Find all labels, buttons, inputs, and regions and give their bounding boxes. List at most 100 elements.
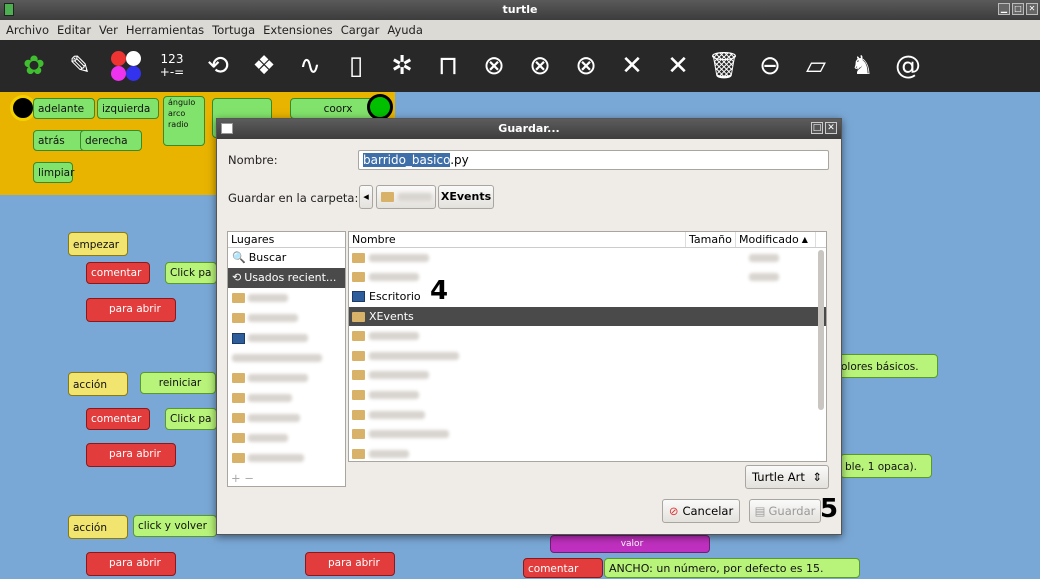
text-click-1: Click pa [165, 262, 217, 284]
block-derecha[interactable]: derecha [80, 130, 142, 151]
block-adelante[interactable]: adelante [33, 98, 95, 119]
file-row[interactable] [349, 405, 826, 425]
file-row[interactable] [349, 444, 826, 461]
maximize-button[interactable]: □ [1012, 3, 1024, 15]
filter-select[interactable]: Turtle Art ⇕ [745, 465, 829, 489]
block-valor[interactable]: valor [550, 535, 710, 553]
col-size[interactable]: Tamaño [686, 232, 736, 247]
file-row[interactable] [349, 268, 826, 288]
snail-icon[interactable]: @ [890, 48, 926, 84]
block-comentar-2[interactable]: comentar [86, 408, 150, 430]
menu-editar[interactable]: Editar [57, 20, 91, 40]
add-place-button[interactable]: + − [231, 471, 254, 485]
place-blurred[interactable] [228, 328, 345, 348]
block-dic-3[interactable]: para abrir [86, 552, 176, 576]
pen-icon[interactable]: ✎ [62, 48, 98, 84]
menu-extensiones[interactable]: Extensiones [263, 20, 333, 40]
place-blurred[interactable] [228, 448, 345, 468]
col-name[interactable]: Nombre [349, 232, 686, 247]
block-izquierda[interactable]: izquierda [97, 98, 159, 119]
place-blurred[interactable] [228, 288, 345, 308]
block-comentar-1[interactable]: comentar [86, 262, 150, 284]
hide-blocks-icon[interactable]: ✕ [614, 48, 650, 84]
block-empezar[interactable]: empezar [68, 232, 128, 256]
crumb-xevents-button[interactable]: XEvents [438, 185, 494, 209]
place-blurred[interactable] [228, 428, 345, 448]
block-dic-1[interactable]: para abrir [86, 298, 176, 322]
block-arco[interactable]: ángulo arco radio [163, 96, 205, 146]
collapse-icon[interactable]: ⊖ [752, 48, 788, 84]
file-row[interactable] [349, 326, 826, 346]
file-row[interactable] [349, 424, 826, 444]
step-4-label: 4 [430, 276, 449, 306]
dialog-close-button[interactable]: ✕ [825, 122, 837, 134]
place-recent[interactable]: ⟲ Usados recient... [228, 268, 345, 288]
flow-icon[interactable]: ⟲ [200, 48, 236, 84]
expand-icon[interactable]: ✕ [660, 48, 696, 84]
search-icon: 🔍 [232, 251, 246, 264]
menu-ayuda[interactable]: Ayuda [387, 20, 423, 40]
cancel-button[interactable]: ⊘ Cancelar [662, 499, 740, 523]
place-blurred[interactable] [228, 408, 345, 428]
crumb-home-button[interactable] [376, 185, 436, 209]
place-blurred[interactable] [228, 348, 345, 368]
palette-next-icon[interactable] [367, 94, 393, 120]
block-comentar-3[interactable]: comentar [523, 558, 603, 578]
places-pane: Lugares 🔍 Buscar ⟲ Usados recient... [227, 231, 346, 487]
file-row[interactable] [349, 366, 826, 386]
place-blurred[interactable] [228, 388, 345, 408]
place-blurred[interactable] [228, 308, 345, 328]
stop-icon[interactable]: ⊗ [476, 48, 512, 84]
menu-tortuga[interactable]: Tortuga [212, 20, 255, 40]
dialog-icon [221, 123, 233, 134]
save-button[interactable]: ▤ Guardar [749, 499, 821, 523]
extras-icon[interactable]: ✲ [384, 48, 420, 84]
minimize-button[interactable]: ▁ [998, 3, 1010, 15]
blocks-icon[interactable]: ❖ [246, 48, 282, 84]
text-reiniciar: reiniciar [140, 372, 216, 394]
block-accion-1[interactable]: acción [68, 372, 128, 396]
trash-icon[interactable]: 🗑 [706, 48, 742, 84]
erase-icon[interactable]: ⊗ [522, 48, 558, 84]
file-row[interactable] [349, 385, 826, 405]
block-dic-2[interactable]: para abrir [86, 443, 176, 467]
menu-cargar[interactable]: Cargar [341, 20, 380, 40]
block-limpiar[interactable]: limpiar [33, 162, 74, 183]
save-icon: ▤ [754, 504, 766, 518]
place-blurred[interactable] [228, 368, 345, 388]
file-row[interactable] [349, 248, 826, 268]
app-icon [4, 3, 14, 16]
eraser-icon[interactable]: ▱ [798, 48, 834, 84]
menu-herramientas[interactable]: Herramientas [126, 20, 204, 40]
close-button[interactable]: ✕ [1026, 3, 1038, 15]
block-accion-2[interactable]: acción [68, 515, 128, 539]
media-icon[interactable]: ▯ [338, 48, 374, 84]
block-dic-4[interactable]: para abrir [305, 552, 395, 576]
sensors-icon[interactable]: ∿ [292, 48, 328, 84]
menubar: Archivo Editar Ver Herramientas Tortuga … [0, 20, 1040, 40]
files-pane: Nombre Tamaño Modificado ▲ Escritorio XEv… [348, 231, 827, 462]
clean-icon[interactable]: ⊗ [568, 48, 604, 84]
toolbar: ✿ ✎ 123 +-= ⟲ ❖ ∿ ▯ ✲ ⊓ ⊗ ⊗ ⊗ ✕ ✕ 🗑 ⊖ ▱ … [0, 40, 1040, 92]
place-buscar[interactable]: 🔍 Buscar [228, 248, 345, 268]
updown-icon: ⇕ [812, 470, 822, 484]
file-row-xevents[interactable]: XEvents [349, 306, 826, 327]
menu-archivo[interactable]: Archivo [6, 20, 49, 40]
folder-icon [352, 311, 365, 322]
places-header: Lugares [228, 232, 345, 248]
file-row-escritorio[interactable]: Escritorio [349, 287, 826, 307]
turtle-icon[interactable]: ✿ [16, 48, 52, 84]
rabbit-icon[interactable]: ♞ [844, 48, 880, 84]
numbers-icon[interactable]: 123 +-= [154, 48, 190, 84]
colors-icon[interactable] [108, 48, 144, 84]
crumb-back-button[interactable]: ◂ [359, 185, 373, 209]
files-scrollbar[interactable] [818, 250, 824, 410]
clock-icon: ⟲ [232, 271, 242, 284]
text-colores: olores básicos. [836, 354, 938, 378]
file-row[interactable] [349, 346, 826, 366]
dialog-maximize-button[interactable]: □ [811, 122, 823, 134]
presentation-icon[interactable]: ⊓ [430, 48, 466, 84]
col-modified[interactable]: Modificado ▲ [736, 232, 816, 247]
menu-ver[interactable]: Ver [99, 20, 118, 40]
filename-field[interactable]: barrido_basico.py [358, 150, 829, 170]
